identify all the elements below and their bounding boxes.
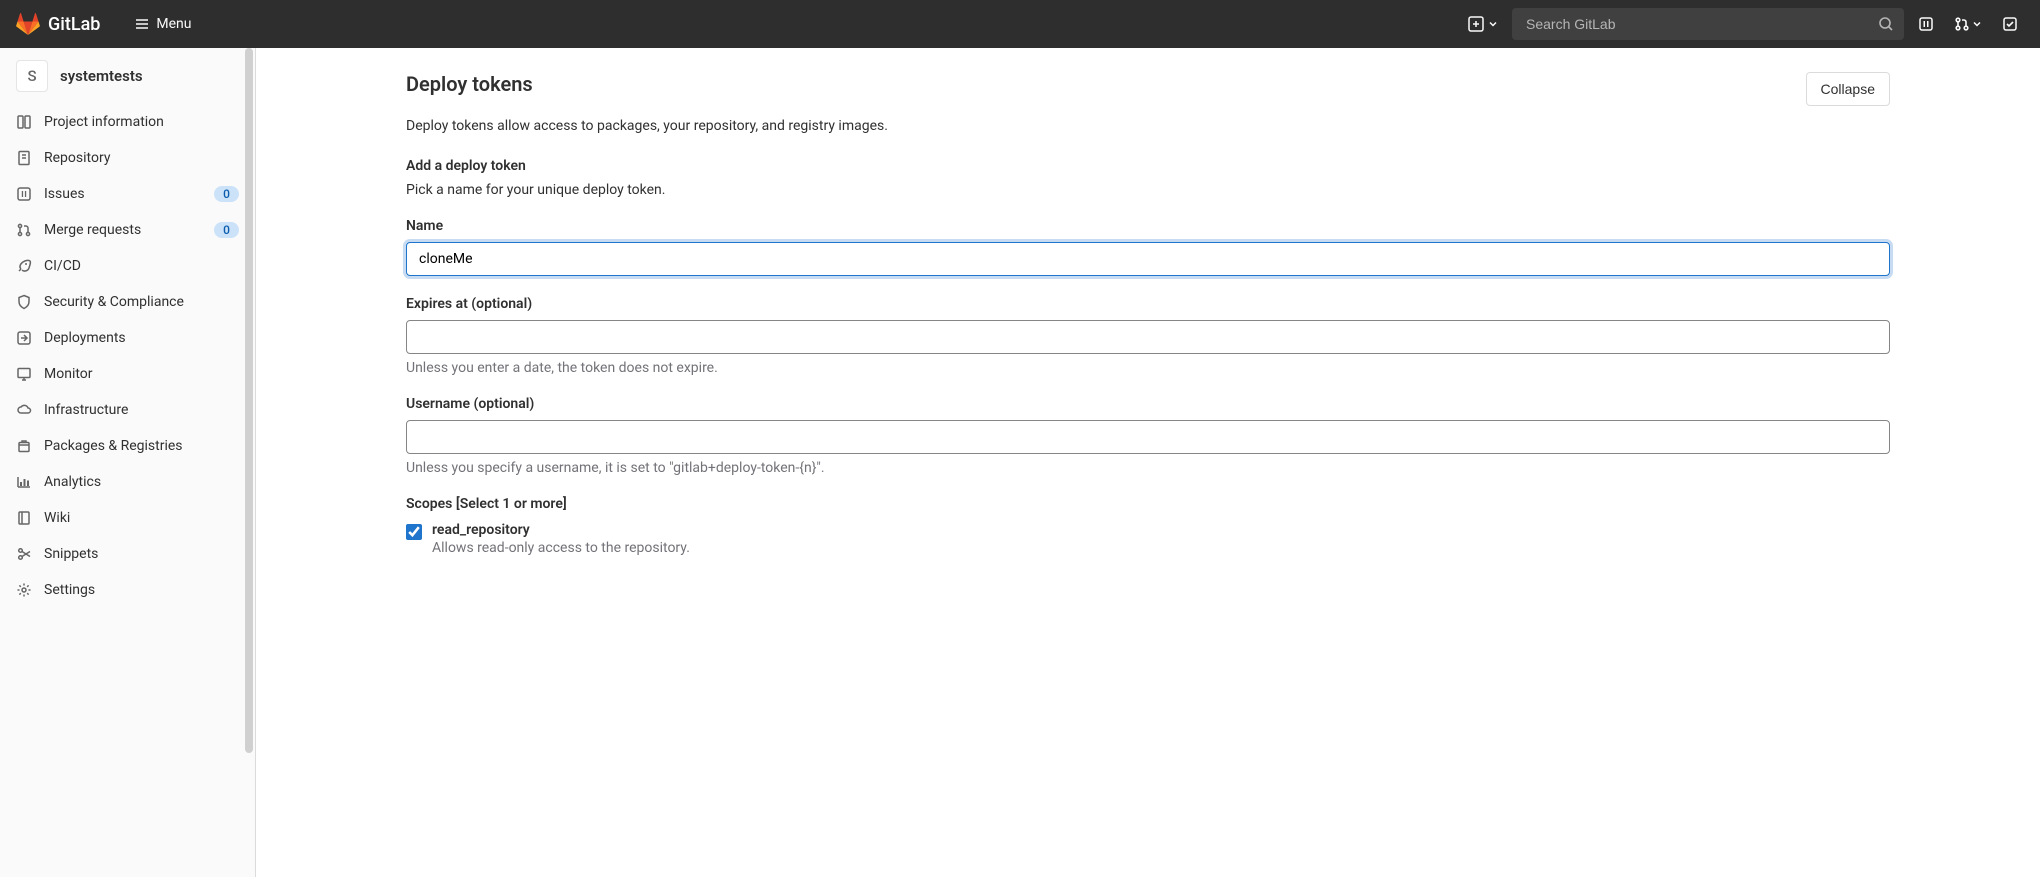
search-input[interactable] xyxy=(1522,10,1878,38)
issues-icon xyxy=(16,186,32,202)
todos-button[interactable] xyxy=(1996,10,2024,38)
scope-description: Allows read-only access to the repositor… xyxy=(432,540,1890,556)
plus-icon xyxy=(1468,16,1484,32)
topbar-right xyxy=(1462,8,2024,40)
sidebar-item-issues[interactable]: Issues 0 xyxy=(0,176,255,212)
sidebar-item-project-information[interactable]: Project information xyxy=(0,104,255,140)
sidebar-item-label: CI/CD xyxy=(44,258,239,274)
sidebar-item-label: Packages & Registries xyxy=(44,438,239,454)
scope-row-read-repository: read_repository Allows read-only access … xyxy=(406,522,1890,556)
name-label: Name xyxy=(406,218,1890,234)
gitlab-logo-icon xyxy=(16,12,40,36)
sidebar-item-analytics[interactable]: Analytics xyxy=(0,464,255,500)
project-header[interactable]: S systemtests xyxy=(0,48,255,104)
menu-label: Menu xyxy=(156,16,191,32)
issues-dashboard-button[interactable] xyxy=(1912,10,1940,38)
sidebar-item-label: Issues xyxy=(44,186,202,202)
issues-count-badge: 0 xyxy=(214,186,239,202)
brand-name: GitLab xyxy=(48,14,100,35)
sidebar-item-label: Settings xyxy=(44,582,239,598)
rocket-icon xyxy=(16,258,32,274)
sidebar-item-packages[interactable]: Packages & Registries xyxy=(0,428,255,464)
sidebar-item-label: Snippets xyxy=(44,546,239,562)
project-avatar: S xyxy=(16,60,48,92)
sidebar-item-label: Security & Compliance xyxy=(44,294,239,310)
sidebar-item-label: Repository xyxy=(44,150,239,166)
sidebar-item-cicd[interactable]: CI/CD xyxy=(0,248,255,284)
todo-icon xyxy=(2002,16,2018,32)
monitor-icon xyxy=(16,366,32,382)
sidebar-item-security[interactable]: Security & Compliance xyxy=(0,284,255,320)
issues-icon xyxy=(1918,16,1934,32)
gear-icon xyxy=(16,582,32,598)
hamburger-icon xyxy=(134,16,150,32)
shield-icon xyxy=(16,294,32,310)
sidebar-item-label: Infrastructure xyxy=(44,402,239,418)
expires-input[interactable] xyxy=(406,320,1890,354)
project-name: systemtests xyxy=(60,67,143,85)
project-info-icon xyxy=(16,114,32,130)
main-content: Deploy tokens Collapse Deploy tokens all… xyxy=(256,48,2040,877)
expires-help: Unless you enter a date, the token does … xyxy=(406,360,1890,376)
merge-requests-count-badge: 0 xyxy=(214,222,239,238)
sidebar-item-label: Wiki xyxy=(44,510,239,526)
sidebar-item-label: Monitor xyxy=(44,366,239,382)
search-box[interactable] xyxy=(1512,8,1904,40)
sidebar-item-label: Project information xyxy=(44,114,239,130)
analytics-icon xyxy=(16,474,32,490)
add-token-title: Add a deploy token xyxy=(406,158,1890,174)
menu-button[interactable]: Menu xyxy=(124,10,201,38)
merge-request-icon xyxy=(16,222,32,238)
section-description: Deploy tokens allow access to packages, … xyxy=(406,118,1890,134)
scope-name: read_repository xyxy=(432,522,1890,538)
scope-checkbox-read-repository[interactable] xyxy=(406,524,422,540)
sidebar-item-settings[interactable]: Settings xyxy=(0,572,255,608)
sidebar-item-label: Analytics xyxy=(44,474,239,490)
create-new-dropdown[interactable] xyxy=(1462,10,1504,38)
sidebar-item-merge-requests[interactable]: Merge requests 0 xyxy=(0,212,255,248)
username-help: Unless you specify a username, it is set… xyxy=(406,460,1890,476)
sidebar-item-label: Deployments xyxy=(44,330,239,346)
sidebar-item-repository[interactable]: Repository xyxy=(0,140,255,176)
sidebar-item-wiki[interactable]: Wiki xyxy=(0,500,255,536)
username-label: Username (optional) xyxy=(406,396,1890,412)
merge-requests-dropdown[interactable] xyxy=(1948,10,1988,38)
sidebar-item-monitor[interactable]: Monitor xyxy=(0,356,255,392)
sidebar-scrollbar[interactable] xyxy=(245,48,253,877)
username-input[interactable] xyxy=(406,420,1890,454)
sidebar-scrollbar-thumb[interactable] xyxy=(245,48,253,753)
collapse-button[interactable]: Collapse xyxy=(1806,72,1890,106)
topbar: GitLab Menu xyxy=(0,0,2040,48)
merge-request-icon xyxy=(1954,16,1970,32)
sidebar-item-infrastructure[interactable]: Infrastructure xyxy=(0,392,255,428)
repository-icon xyxy=(16,150,32,166)
search-icon xyxy=(1878,16,1894,32)
brand-logo[interactable]: GitLab xyxy=(16,12,100,36)
book-icon xyxy=(16,510,32,526)
sidebar-item-deployments[interactable]: Deployments xyxy=(0,320,255,356)
sidebar-item-snippets[interactable]: Snippets xyxy=(0,536,255,572)
cloud-icon xyxy=(16,402,32,418)
name-input[interactable] xyxy=(406,242,1890,276)
chevron-down-icon xyxy=(1972,19,1982,29)
package-icon xyxy=(16,438,32,454)
scissors-icon xyxy=(16,546,32,562)
section-title: Deploy tokens xyxy=(406,72,533,96)
scopes-label: Scopes [Select 1 or more] xyxy=(406,496,1890,512)
deployments-icon xyxy=(16,330,32,346)
sidebar: S systemtests Project information Reposi… xyxy=(0,48,256,877)
chevron-down-icon xyxy=(1488,19,1498,29)
expires-label: Expires at (optional) xyxy=(406,296,1890,312)
sidebar-item-label: Merge requests xyxy=(44,222,202,238)
add-token-description: Pick a name for your unique deploy token… xyxy=(406,182,1890,198)
